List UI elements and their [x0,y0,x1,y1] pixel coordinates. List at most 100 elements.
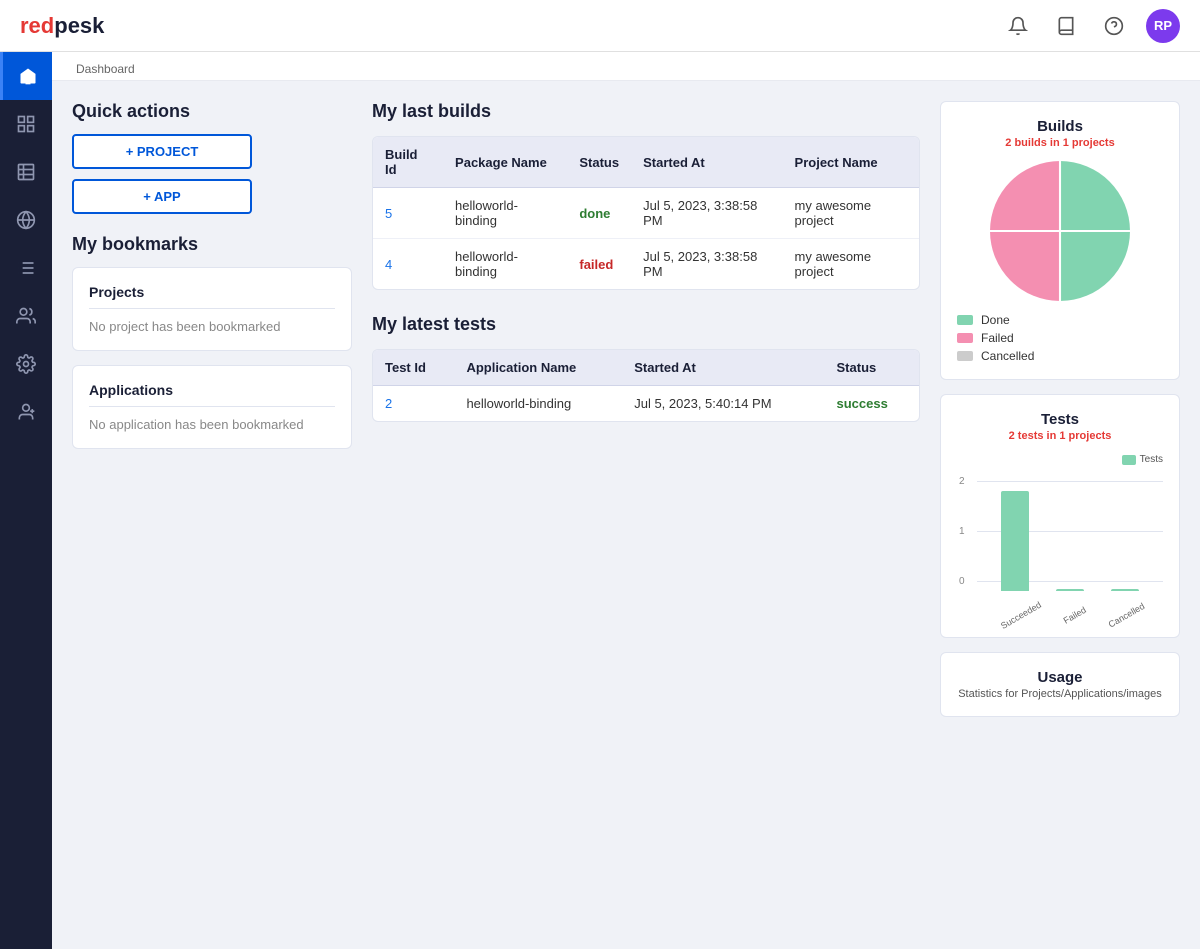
tests-chart-card: Tests 2 tests in 1 projects Tests 2 [940,394,1180,638]
tests-bar-legend: Tests [957,454,1163,465]
builds-chart-title: Builds [957,118,1163,135]
tests-chart-title: Tests [957,411,1163,428]
nav-home[interactable] [0,52,52,100]
bar-failed [1056,589,1084,591]
nav-table[interactable] [0,148,52,196]
y-label-2: 2 [959,476,965,487]
package-name-cell: helloworld-binding [443,188,567,239]
book-icon[interactable] [1050,10,1082,42]
builds-table-header: Build Id Package Name Status Started At … [373,137,919,188]
nav-list[interactable] [0,244,52,292]
nav-dashboard[interactable] [0,100,52,148]
build-id-link[interactable]: 5 [385,206,392,221]
col-test-id: Test Id [373,350,454,386]
projects-empty-text: No project has been bookmarked [89,319,335,334]
bar-succeeded-rect [1001,491,1029,591]
left-panel: Quick actions + PROJECT + APP My bookmar… [72,101,352,929]
builds-legend: Done Failed Cancelled [957,313,1163,363]
x-label-failed: Failed [1062,605,1088,626]
projects-bookmark-card: Projects No project has been bookmarked [72,267,352,351]
legend-failed-dot [957,333,973,343]
quick-actions-title: Quick actions [72,101,352,122]
notification-icon[interactable] [1002,10,1034,42]
build-id-cell: 4 [373,239,443,290]
builds-chart-card: Builds 2 builds in 1 projects [940,101,1180,380]
nav-users[interactable] [0,292,52,340]
usage-card: Usage Statistics for Projects/Applicatio… [940,652,1180,717]
legend-failed: Failed [957,331,1163,345]
nav-user-settings[interactable] [0,388,52,436]
legend-done: Done [957,313,1163,327]
topbar: redpesk RP [0,0,1200,52]
project-name-cell: my awesome project [783,188,919,239]
bars-area [977,481,1163,591]
status-cell: failed [567,239,631,290]
add-project-button[interactable]: + PROJECT [72,134,252,169]
bar-failed-rect [1056,589,1084,591]
col-test-started-at: Started At [622,350,824,386]
builds-chart-subtitle: 2 builds in 1 projects [957,137,1163,149]
page-content: Dashboard Quick actions + PROJECT + APP … [52,52,1200,949]
user-avatar[interactable]: RP [1146,9,1180,43]
nav-settings[interactable] [0,340,52,388]
tests-table: Test Id Application Name Started At Stat… [373,350,919,421]
latest-tests-title: My latest tests [372,314,920,335]
left-nav [0,52,52,949]
dashboard: Quick actions + PROJECT + APP My bookmar… [52,81,1200,949]
bar-cancelled [1111,589,1139,591]
tests-table-card: Test Id Application Name Started At Stat… [372,349,920,422]
bar-succeeded [1001,491,1029,591]
started-at-cell: Jul 5, 2023, 3:38:58 PM [631,188,782,239]
help-icon[interactable] [1098,10,1130,42]
y-label-0: 0 [959,576,965,587]
nav-globe[interactable] [0,196,52,244]
breadcrumb: Dashboard [52,52,1200,81]
bar-cancelled-rect [1111,589,1139,591]
tests-bar-chart: 2 1 0 [977,471,1163,621]
x-labels: Succeeded Failed Cancelled [977,605,1163,621]
project-name-cell: my awesome project [783,239,919,290]
build-id-link[interactable]: 4 [385,257,392,272]
legend-cancelled: Cancelled [957,349,1163,363]
projects-card-title: Projects [89,284,335,309]
tests-table-header: Test Id Application Name Started At Stat… [373,350,919,386]
col-started-at: Started At [631,137,782,188]
y-label-1: 1 [959,526,965,537]
bookmarks-title: My bookmarks [72,234,352,255]
package-name-cell: helloworld-binding [443,239,567,290]
tests-chart-subtitle: 2 tests in 1 projects [957,430,1163,442]
last-builds-title: My last builds [372,101,920,122]
col-test-status: Status [825,350,919,386]
right-panel: Builds 2 builds in 1 projects [940,101,1180,929]
topbar-logo: redpesk [20,13,104,39]
col-package-name: Package Name [443,137,567,188]
col-build-id: Build Id [373,137,443,188]
table-row: 2 helloworld-binding Jul 5, 2023, 5:40:1… [373,386,919,422]
col-application-name: Application Name [454,350,622,386]
builds-table: Build Id Package Name Status Started At … [373,137,919,289]
started-at-cell: Jul 5, 2023, 3:38:58 PM [631,239,782,290]
x-label-succeeded: Succeeded [999,600,1043,631]
add-app-button[interactable]: + APP [72,179,252,214]
status-cell: done [567,188,631,239]
bookmarks-section: My bookmarks Projects No project has bee… [72,234,352,449]
builds-pie-chart [957,161,1163,301]
applications-bookmark-card: Applications No application has been boo… [72,365,352,449]
center-panel: My last builds Build Id Package Name Sta… [372,101,920,929]
test-id-link[interactable]: 2 [385,396,392,411]
applications-empty-text: No application has been bookmarked [89,417,335,432]
test-started-at-cell: Jul 5, 2023, 5:40:14 PM [622,386,824,422]
col-project-name: Project Name [783,137,919,188]
builds-table-card: Build Id Package Name Status Started At … [372,136,920,290]
table-row: 4 helloworld-binding failed Jul 5, 2023,… [373,239,919,290]
bar-legend-dot [1122,455,1136,465]
legend-cancelled-dot [957,351,973,361]
applications-card-title: Applications [89,382,335,407]
x-label-cancelled: Cancelled [1106,601,1146,630]
test-id-cell: 2 [373,386,454,422]
usage-subtitle: Statistics for Projects/Applications/ima… [957,688,1163,700]
usage-title: Usage [957,669,1163,686]
test-status-cell: success [825,386,919,422]
col-status: Status [567,137,631,188]
build-id-cell: 5 [373,188,443,239]
